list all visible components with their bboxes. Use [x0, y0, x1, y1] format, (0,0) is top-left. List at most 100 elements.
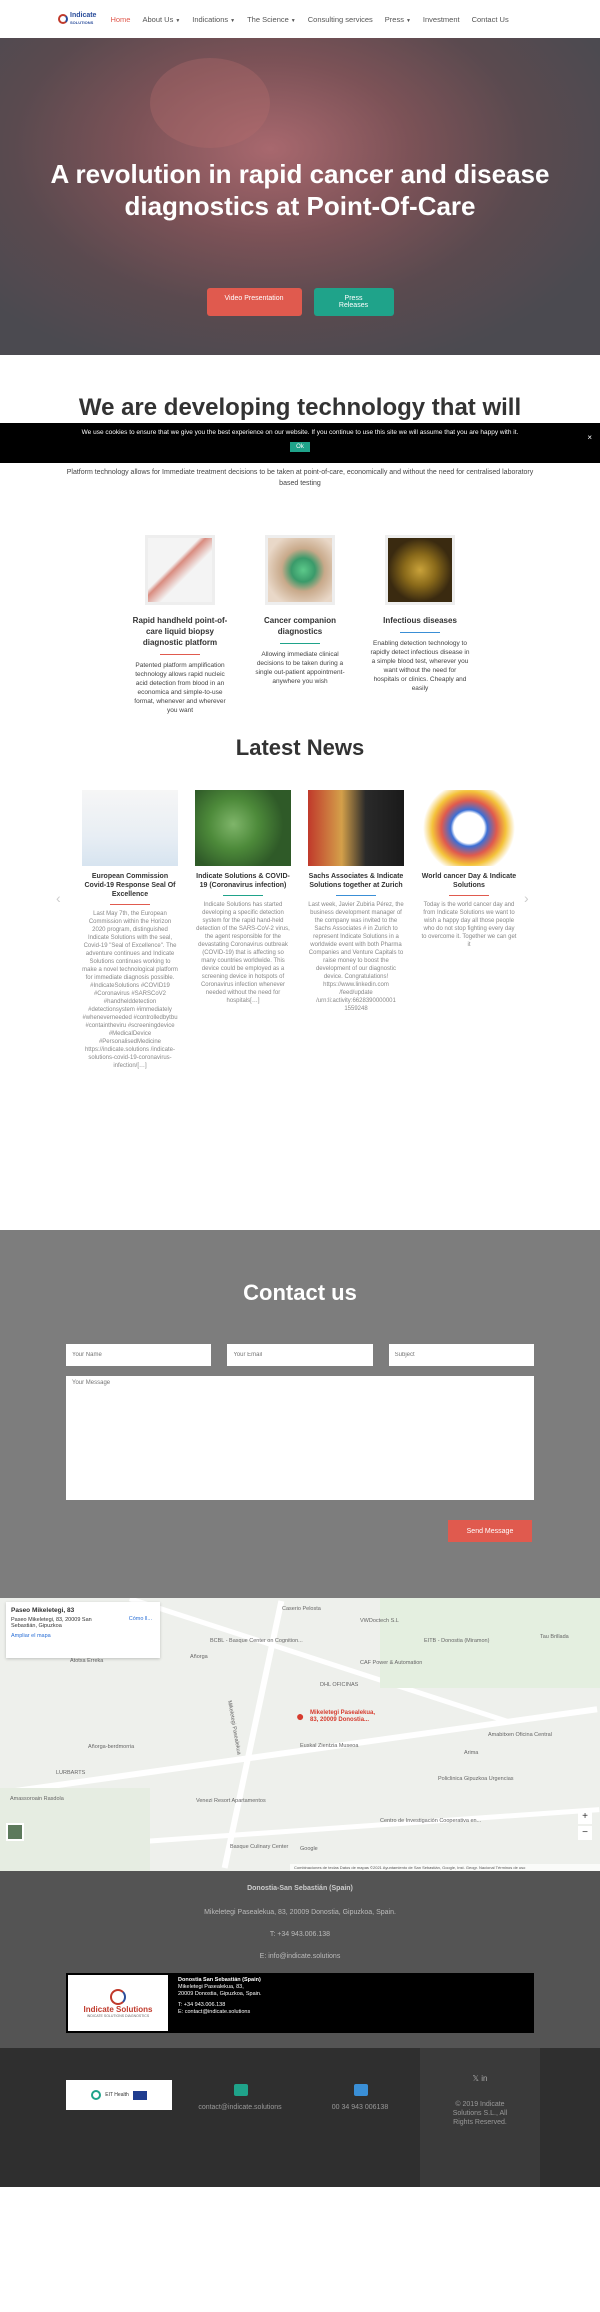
news-title[interactable]: European Commission Covid-19 Response Se… — [82, 872, 178, 899]
send-message-button[interactable]: Send Message — [448, 1520, 532, 1542]
footer-phone: T: +34 943.006.138 — [269, 1931, 331, 1938]
nav-item-label: Press — [384, 14, 404, 24]
map-label: DHL OFICINAS — [320, 1682, 359, 1688]
footer-card-text: Donostia San Sebastián (Spain) Mikeleteg… — [170, 1973, 269, 2033]
site-logo[interactable]: Indicate SOLUTIONS — [58, 12, 96, 26]
video-presentation-button[interactable]: Video Presentation — [206, 288, 302, 316]
nav-item-about-us[interactable]: About Us ▼ — [142, 15, 180, 24]
nav-item-investment[interactable]: Investment — [423, 15, 460, 24]
name-input[interactable] — [66, 1344, 212, 1366]
news-card[interactable]: European Commission Covid-19 Response Se… — [82, 790, 178, 1070]
nav-item-label: Home — [110, 14, 131, 24]
press-releases-button[interactable]: Press Releases — [313, 288, 394, 316]
social-icons[interactable]: 𝕏 in — [420, 2074, 540, 2083]
cookie-close-icon[interactable]: × — [587, 433, 592, 442]
footer-card-address2: 20009 Donostia, Gipuzkoa, Spain. — [178, 1991, 262, 1997]
news-carousel: European Commission Covid-19 Response Se… — [82, 790, 518, 1070]
news-title[interactable]: Indicate Solutions & COVID-19 (Coronavir… — [195, 872, 291, 890]
news-divider — [223, 895, 263, 896]
footer-card-city: Donostia San Sebastián (Spain) — [178, 1977, 261, 1983]
map-label: Tau Brillada — [540, 1634, 569, 1640]
news-card[interactable]: Indicate Solutions & COVID-19 (Coronavir… — [195, 790, 291, 1070]
nav-item-home[interactable]: Home — [110, 15, 130, 24]
chevron-down-icon: ▼ — [175, 17, 181, 24]
nav-item-press[interactable]: Press ▼ — [385, 15, 411, 24]
map-label: Añorga — [190, 1654, 208, 1660]
main-nav: Home About Us ▼ Indications ▼ The Science ▼ Con… — [110, 15, 508, 24]
map-label: EITB - Donostia (Miramon) — [424, 1638, 490, 1644]
logo-mark-icon — [58, 14, 68, 24]
carousel-prev-icon[interactable]: ‹ — [56, 890, 61, 906]
map-footer-text: Combinaciones de teclas Datos de mapas ©… — [290, 1864, 600, 1871]
feature-text: Allowing immediate clinical decisions to… — [255, 651, 345, 685]
news-image[interactable] — [195, 790, 291, 866]
news-card[interactable]: World cancer Day & Indicate Solutions Tod… — [421, 790, 517, 1070]
contact-section: Contact us Send Message — [0, 1230, 600, 1598]
map-info-card: Paseo Mikeletegi, 83 Paseo Mikeletegi, 8… — [6, 1602, 160, 1658]
subject-input[interactable] — [388, 1344, 534, 1366]
email-input[interactable] — [227, 1344, 373, 1366]
footer-card-phone: T: +34 943.006.138 — [178, 2002, 226, 2008]
feature-image — [145, 535, 215, 605]
map-label: Policlinica Gipuzkoa Urgencias — [438, 1776, 514, 1782]
chevron-down-icon: ▼ — [405, 17, 411, 24]
nav-item-consulting-services[interactable]: Consulting services — [308, 15, 373, 24]
map-label: Centro de Investigación Cooperativa en..… — [380, 1818, 482, 1824]
zoom-out-button[interactable]: − — [578, 1826, 592, 1840]
map-label: Venezi Resort Apartamentos — [196, 1798, 266, 1804]
google-map[interactable]: Caserio Pelosta VWDoctech S.L BCBL - Basqu… — [0, 1598, 600, 1871]
message-textarea[interactable] — [66, 1376, 534, 1500]
nav-item-indications[interactable]: Indications ▼ — [192, 15, 235, 24]
footer-phone-link[interactable]: 00 34 943 006138 — [300, 2104, 420, 2111]
technology-section: We are developing technology that will W… — [0, 355, 600, 714]
map-label: BCBL - Basque Center on Cognition... — [210, 1638, 303, 1644]
news-image[interactable] — [421, 790, 517, 866]
footer-email-link[interactable]: contact@indicate.solutions — [180, 2104, 300, 2111]
news-title[interactable]: Sachs Associates & Indicate Solutions to… — [308, 872, 404, 890]
news-image[interactable] — [82, 790, 178, 866]
news-image[interactable] — [308, 790, 404, 866]
map-card-address: Paseo Mikeletegi, 83, 20009 San Sebastiá… — [11, 1617, 92, 1629]
contact-title: Contact us — [243, 1280, 357, 1305]
map-park-area — [380, 1598, 600, 1688]
map-label: Google — [300, 1846, 318, 1852]
map-satellite-toggle[interactable] — [6, 1823, 24, 1841]
feature-image — [265, 535, 335, 605]
zoom-in-button[interactable]: + — [578, 1810, 592, 1824]
news-excerpt: Last week, Javier Zubiria Pérez, the bus… — [308, 902, 404, 1012]
map-pin-icon[interactable]: ● — [296, 1708, 304, 1724]
map-label: Atotxa Erreka — [70, 1658, 104, 1664]
cookie-banner: We use cookies to ensure that we give yo… — [0, 423, 600, 463]
footer-card-email: E: contact@indicate.solutions — [178, 2009, 251, 2015]
phone-icon — [354, 2084, 368, 2096]
news-card[interactable]: Sachs Associates & Indicate Solutions to… — [308, 790, 404, 1070]
nav-item-label: The Science — [247, 14, 289, 24]
news-title[interactable]: World cancer Day & Indicate Solutions — [421, 872, 517, 890]
map-label: Arima — [464, 1750, 479, 1756]
chevron-down-icon: ▼ — [230, 17, 236, 24]
map-enlarge-link[interactable]: Ampliar el mapa — [11, 1633, 155, 1639]
footer-card-address: Mikeletegi Pasealekua, 83, — [178, 1984, 244, 1990]
map-label: Amabitxen Oficina Central — [488, 1732, 552, 1738]
email-icon — [234, 2084, 248, 2096]
news-divider — [110, 904, 150, 905]
map-label: Añorga-berdmorria — [88, 1744, 135, 1750]
news-title: Latest News — [235, 735, 365, 760]
footer-card-logo-text: Indicate Solutions — [83, 2004, 153, 2014]
footer-city: Donostia-San Sebastián (Spain) — [247, 1885, 353, 1892]
eu-flag-icon — [132, 2090, 147, 2100]
nav-item-label: Investment — [422, 14, 460, 24]
footer-logo-mark-icon — [110, 1988, 126, 2005]
nav-item-the-science[interactable]: The Science ▼ — [247, 15, 296, 24]
map-pin-label: Mikeletegi Pasealekua, 83, 20009 Donosti… — [310, 1710, 376, 1723]
cookie-ok-button[interactable]: Ok — [290, 442, 310, 452]
map-directions-link[interactable]: Cómo ll... — [129, 1616, 152, 1622]
nav-item-contact-us[interactable]: Contact Us — [472, 15, 509, 24]
footer-email: E: info@indicate.solutions — [259, 1953, 341, 1960]
feature-title: Rapid handheld point-of-care liquid biop… — [132, 616, 228, 647]
carousel-next-icon[interactable]: › — [524, 890, 529, 906]
hero-section: A revolution in rapid cancer and disease… — [0, 38, 600, 355]
nav-item-label: Indications — [192, 14, 229, 24]
feature-divider — [400, 632, 440, 633]
feature-image — [385, 535, 455, 605]
